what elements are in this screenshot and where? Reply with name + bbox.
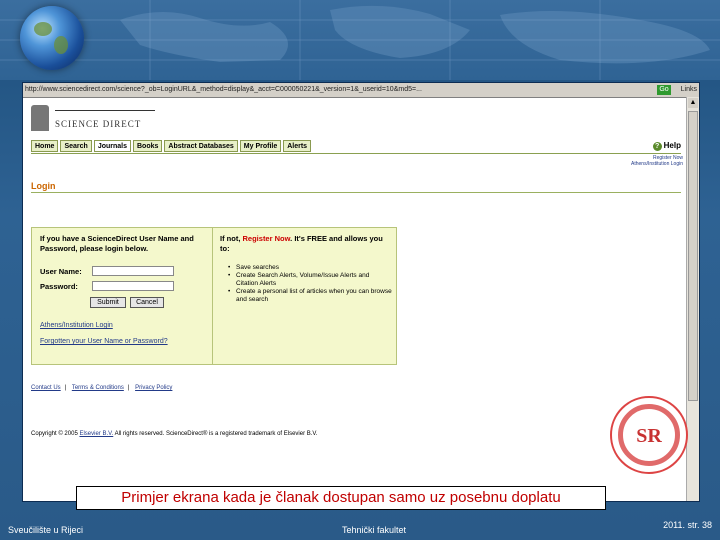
links-label[interactable]: Links <box>681 83 697 97</box>
address-bar[interactable]: http://www.sciencedirect.com/science?_ob… <box>23 83 699 98</box>
elsevier-link[interactable]: Elsevier B.V. <box>79 431 113 437</box>
login-panel: If you have a ScienceDirect User Name an… <box>31 227 397 365</box>
contact-us-link[interactable]: Contact Us <box>31 385 61 391</box>
athens-login-link[interactable]: Athens/Institution Login <box>40 322 113 329</box>
page-title: Login <box>31 181 56 191</box>
username-label: User Name: <box>40 267 82 276</box>
benefit-item: Create a personal list of articles when … <box>228 288 392 304</box>
tab-alerts[interactable]: Alerts <box>283 140 312 152</box>
vertical-scrollbar[interactable]: ▲ <box>686 97 699 501</box>
world-map-graphic <box>0 0 720 80</box>
copyright-text: Copyright © 2005 Elsevier B.V. All right… <box>31 431 318 437</box>
password-input[interactable] <box>92 281 174 291</box>
footer-university: Sveučilište u Rijeci <box>8 525 84 535</box>
address-url[interactable]: http://www.sciencedirect.com/science?_ob… <box>25 83 645 97</box>
help-link[interactable]: ? Help <box>652 141 681 151</box>
cancel-button[interactable]: Cancel <box>130 297 164 308</box>
browser-screenshot: http://www.sciencedirect.com/science?_ob… <box>22 82 700 502</box>
register-intro: If not, Register Now. It's FREE and allo… <box>220 234 383 253</box>
register-now-link[interactable]: Register Now <box>243 234 291 243</box>
question-icon: ? <box>652 142 662 151</box>
tab-abstract-databases[interactable]: Abstract Databases <box>164 140 238 152</box>
terms-link[interactable]: Terms & Conditions <box>72 385 124 391</box>
forgot-password-link[interactable]: Forgotten your User Name or Password? <box>40 338 168 345</box>
elsevier-tree-icon <box>31 105 49 131</box>
top-links: Register Now Athens/Institution Login <box>631 155 683 167</box>
scroll-up-icon[interactable]: ▲ <box>688 98 698 108</box>
tab-home[interactable]: Home <box>31 140 59 152</box>
help-label: Help <box>663 141 681 150</box>
logo-text: SCIENCE DIRECT <box>55 119 142 129</box>
tab-my-profile[interactable]: My Profile <box>239 140 282 152</box>
globe-logo <box>20 6 84 70</box>
tab-search[interactable]: Search <box>60 140 92 152</box>
footer-faculty: Tehnički fakultet <box>342 525 407 535</box>
benefit-item: Save searches <box>228 264 392 272</box>
footer-links: Contact Us | Terms & Conditions | Privacy … <box>31 385 173 391</box>
benefit-item: Create Search Alerts, Volume/Issue Alert… <box>228 272 392 288</box>
password-label: Password: <box>40 282 78 291</box>
scroll-thumb[interactable] <box>688 111 698 401</box>
benefits-list: Save searches Create Search Alerts, Volu… <box>228 264 392 304</box>
login-intro: If you have a ScienceDirect User Name an… <box>40 234 194 253</box>
sciencedirect-logo[interactable]: SCIENCE DIRECT <box>31 105 161 135</box>
submit-button[interactable]: Submit <box>90 297 126 308</box>
tab-books[interactable]: Books <box>133 140 163 152</box>
slide-caption: Primjer ekrana kada je članak dostupan s… <box>76 486 606 510</box>
main-nav: Home Search Journals Books Abstract Data… <box>31 140 312 152</box>
athens-top-link[interactable]: Athens/Institution Login <box>631 161 683 167</box>
footer-page-number: 2011. str. 38 <box>663 520 712 530</box>
tab-journals[interactable]: Journals <box>93 140 131 152</box>
university-seal-logo: SR <box>610 396 688 474</box>
privacy-link[interactable]: Privacy Policy <box>135 385 172 391</box>
go-button[interactable]: Go <box>657 85 671 95</box>
username-input[interactable] <box>92 266 174 276</box>
world-map-header <box>0 0 720 80</box>
svg-text:SR: SR <box>636 425 662 447</box>
